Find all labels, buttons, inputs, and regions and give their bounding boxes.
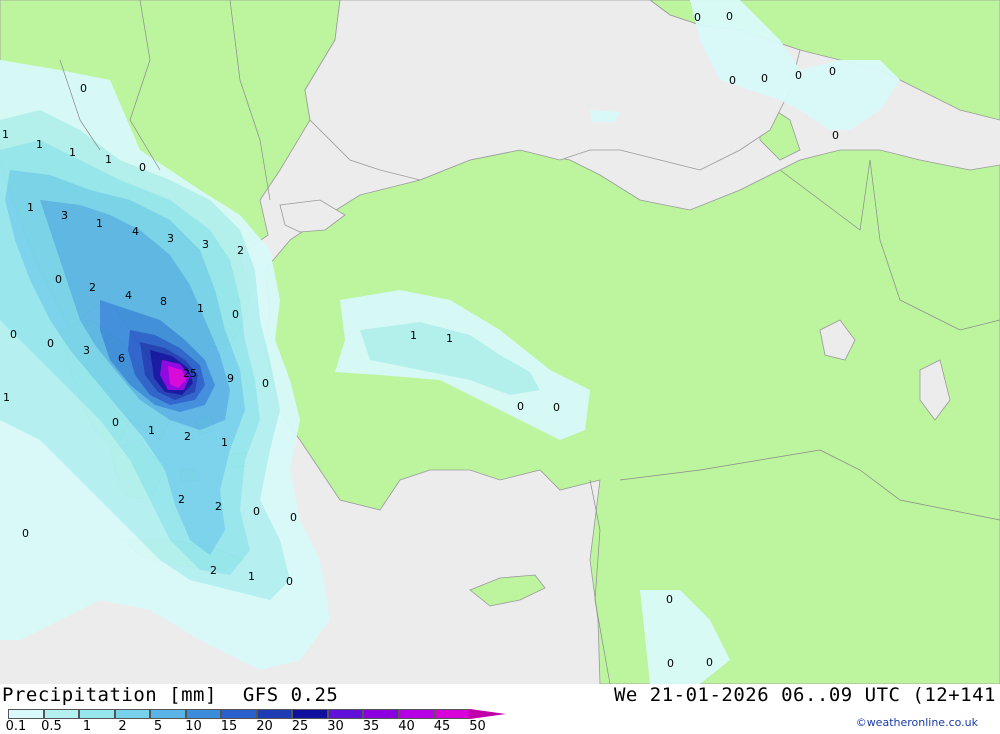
map-value: 1 xyxy=(96,217,103,230)
map-value: 0 xyxy=(795,69,802,82)
legend-label: 20 xyxy=(256,719,273,734)
map-value: 1 xyxy=(410,329,417,342)
map-value: 2 xyxy=(215,500,222,513)
legend-label: 30 xyxy=(327,719,344,734)
map-value: 25 xyxy=(183,367,197,380)
legend-swatch xyxy=(221,709,257,719)
map-value: 1 xyxy=(446,332,453,345)
map-canvas: 0 0 0 0 0 0 0 0 1 1 1 1 0 1 3 1 4 3 3 2 … xyxy=(0,0,1000,684)
legend-label: 35 xyxy=(362,719,380,734)
legend-label: 5 xyxy=(153,719,163,734)
credit-link[interactable]: ©weatheronline.co.uk xyxy=(856,716,978,729)
map-value: 0 xyxy=(22,527,29,540)
map-value: 2 xyxy=(237,244,244,257)
legend-label: 0.1 xyxy=(5,719,27,734)
map-value: 2 xyxy=(184,430,191,443)
map-value: 1 xyxy=(2,128,9,141)
legend-swatch xyxy=(43,709,79,719)
legend-label: 25 xyxy=(291,719,309,734)
map-value: 0 xyxy=(80,82,87,95)
map-value: 0 xyxy=(517,400,524,413)
map-value: 4 xyxy=(132,225,139,238)
validity-time: We 21-01-2026 06..09 UTC (12+141 xyxy=(613,684,996,706)
legend-swatch xyxy=(292,709,328,719)
map-value: 0 xyxy=(761,72,768,85)
map-value: 1 xyxy=(221,436,228,449)
legend-swatch xyxy=(363,709,399,719)
map-value: 0 xyxy=(262,377,269,390)
map-value: 0 xyxy=(139,161,146,174)
map-value: 3 xyxy=(61,209,68,222)
legend-label: 10 xyxy=(185,719,202,734)
map-value: 0 xyxy=(232,308,239,321)
map-value: 0 xyxy=(112,416,119,429)
map-value: 1 xyxy=(148,424,155,437)
map-value: 6 xyxy=(118,352,125,365)
map-value: 1 xyxy=(36,138,43,151)
map-value: 8 xyxy=(160,295,167,308)
legend-label: 40 xyxy=(398,719,415,734)
map-value: 1 xyxy=(69,146,76,159)
legend-swatch xyxy=(79,709,115,719)
map-value: 2 xyxy=(210,564,217,577)
map-value: 0 xyxy=(726,10,733,23)
map-value: 0 xyxy=(832,129,839,142)
map-value: 1 xyxy=(27,201,34,214)
legend-swatch xyxy=(256,709,292,719)
map-value: 2 xyxy=(89,281,96,294)
map-value: 0 xyxy=(290,511,297,524)
map-value: 1 xyxy=(3,391,10,404)
legend-label: 45 xyxy=(433,719,451,734)
map-footer: Precipitation [mm] GFS 0.25 We 21-01-202… xyxy=(0,684,1000,734)
product-title: Precipitation [mm] GFS 0.25 xyxy=(2,684,338,706)
legend-label: 2 xyxy=(118,719,127,734)
legend-swatch xyxy=(114,709,150,719)
map-value: 0 xyxy=(253,505,260,518)
map-value: 0 xyxy=(706,656,713,669)
product-name: Precipitation [mm] xyxy=(2,684,217,706)
legend-swatch xyxy=(150,709,186,719)
map-value: 9 xyxy=(227,372,234,385)
legend-swatch xyxy=(8,709,44,719)
legend-swatch xyxy=(434,709,470,719)
map-value: 1 xyxy=(248,570,255,583)
legend-label: 0.5 xyxy=(41,719,62,734)
map-value: 0 xyxy=(694,11,701,24)
map-value: 3 xyxy=(83,344,90,357)
precipitation-map: 0 0 0 0 0 0 0 0 1 1 1 1 0 1 3 1 4 3 3 2 … xyxy=(0,0,1000,684)
legend-label: 1 xyxy=(82,719,92,734)
map-value: 1 xyxy=(105,153,112,166)
map-value: 0 xyxy=(829,65,836,78)
color-scale-labels: 0.1 0.5 1 2 5 10 15 20 25 30 35 40 45 50 xyxy=(0,719,520,734)
legend-label: 15 xyxy=(220,719,238,734)
map-value: 2 xyxy=(178,493,185,506)
map-value: 3 xyxy=(202,238,209,251)
color-scale xyxy=(8,709,506,719)
map-value: 1 xyxy=(197,302,204,315)
legend-arrow xyxy=(469,709,506,719)
map-value: 0 xyxy=(553,401,560,414)
model-name: GFS 0.25 xyxy=(242,684,339,706)
legend-label: 50 xyxy=(469,719,486,734)
legend-swatch xyxy=(185,709,221,719)
map-value: 0 xyxy=(286,575,293,588)
map-value: 0 xyxy=(729,74,736,87)
map-value: 0 xyxy=(47,337,54,350)
legend-swatch xyxy=(327,709,363,719)
map-value: 0 xyxy=(666,593,673,606)
map-value: 0 xyxy=(55,273,62,286)
map-value: 0 xyxy=(10,328,17,341)
map-value: 0 xyxy=(667,657,674,670)
map-value: 3 xyxy=(167,232,174,245)
legend-swatch xyxy=(398,709,434,719)
map-value: 4 xyxy=(125,289,132,302)
